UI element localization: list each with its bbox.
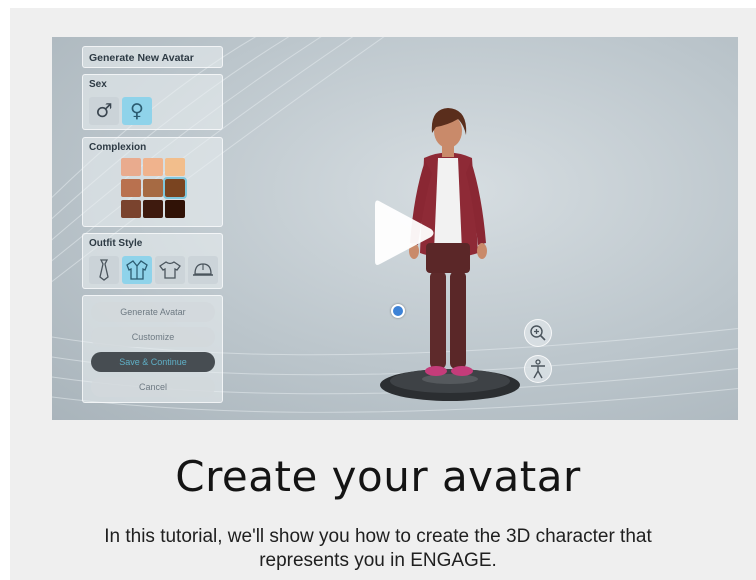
complexion-label: Complexion (89, 142, 147, 153)
video-player[interactable]: Generate New Avatar Sex ♂ ♀ Complexion O… (52, 37, 738, 420)
complexion-panel: Complexion (82, 137, 223, 227)
tutorial-description: In this tutorial, we'll show you how to … (104, 526, 652, 571)
complexion-swatch[interactable] (121, 158, 141, 176)
male-symbol-icon[interactable]: ♂ (89, 97, 119, 125)
page-title: Create your avatar (175, 452, 581, 501)
complexion-swatch[interactable] (121, 179, 141, 197)
person-icon[interactable] (524, 355, 552, 383)
complexion-swatch[interactable] (165, 158, 185, 176)
complexion-swatch[interactable] (163, 177, 187, 199)
tshirt-icon[interactable] (155, 256, 185, 284)
sex-label: Sex (89, 79, 107, 90)
save-continue-button[interactable]: Save & Continue (91, 352, 215, 372)
female-symbol-icon[interactable]: ♀ (122, 97, 152, 125)
complexion-swatch[interactable] (143, 158, 163, 176)
complexion-swatch[interactable] (165, 200, 185, 218)
hardhat-icon[interactable] (188, 256, 218, 284)
play-icon[interactable] (369, 195, 439, 271)
complexion-swatch[interactable] (143, 179, 163, 197)
outfit-style-panel: Outfit Style (82, 233, 223, 289)
outfit-style-label: Outfit Style (89, 238, 143, 249)
customize-button[interactable]: Customize (91, 327, 215, 347)
complexion-swatch[interactable] (121, 200, 141, 218)
sex-panel: Sex ♂ ♀ (82, 74, 223, 130)
actions-panel: Generate Avatar Customize Save & Continu… (82, 295, 223, 403)
cancel-button[interactable]: Cancel (91, 377, 215, 397)
panel-title: Generate New Avatar (89, 52, 194, 64)
generate-avatar-button[interactable]: Generate Avatar (91, 302, 215, 322)
tie-icon[interactable] (89, 256, 119, 284)
jacket-icon[interactable] (122, 256, 152, 284)
complexion-swatch[interactable] (143, 200, 163, 218)
hotspot-dot[interactable] (391, 304, 405, 318)
generate-avatar-title-panel: Generate New Avatar (82, 46, 223, 68)
zoom-in-icon[interactable] (524, 319, 552, 347)
